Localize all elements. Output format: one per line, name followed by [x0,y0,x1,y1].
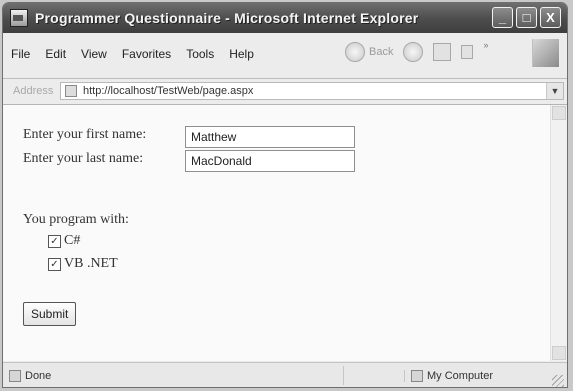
vertical-scrollbar[interactable] [550,105,567,361]
menu-edit[interactable]: Edit [45,47,66,61]
forward-button[interactable] [403,42,424,62]
program-with-label: You program with: [23,212,129,227]
status-text: Done [25,370,52,382]
status-bar: Done My Computer [3,362,567,387]
ie-app-icon [10,9,28,27]
menu-favorites[interactable]: Favorites [122,47,171,61]
maximize-button[interactable]: □ [516,7,537,28]
menu-file[interactable]: File [11,47,30,61]
menu-items: File Edit View Favorites Tools Help [11,47,254,61]
title-bar[interactable]: Programmer Questionnaire - Microsoft Int… [3,3,567,33]
back-button[interactable]: Back [345,42,393,62]
scroll-up-button[interactable] [552,106,566,120]
address-dropdown-icon[interactable]: ▼ [546,83,563,99]
page-icon [65,85,77,97]
menu-bar: File Edit View Favorites Tools Help Back… [3,33,567,79]
menu-help[interactable]: Help [229,47,254,61]
vbnet-label: VB .NET [64,256,118,271]
back-arrow-icon [345,42,365,62]
csharp-label: C# [64,233,81,248]
csharp-checkbox[interactable]: ✓ [48,234,61,248]
last-name-label: Enter your last name: [23,151,144,166]
first-name-field[interactable]: Matthew [185,126,355,148]
window-title: Programmer Questionnaire - Microsoft Int… [35,10,419,26]
status-main: Done [9,370,51,382]
last-name-row: Enter your last name: [23,151,143,167]
computer-icon [411,370,423,382]
minimize-button[interactable]: _ [492,7,513,28]
first-name-label: Enter your first name: [23,127,147,142]
address-url: http://localhost/TestWeb/page.aspx [83,85,254,97]
toolbar-buttons: Back » [345,40,488,62]
zone-text: My Computer [427,370,494,382]
browser-window: Programmer Questionnaire - Microsoft Int… [2,2,568,388]
close-button[interactable]: X [540,7,561,28]
menu-tools[interactable]: Tools [186,47,214,61]
caption-buttons: _ □ X [492,7,561,28]
first-name-row: Enter your first name: [23,127,146,143]
vbnet-checkbox[interactable]: ✓ [48,257,61,271]
stop-button[interactable] [433,43,452,61]
option-vbnet[interactable]: ✓ VB .NET [48,256,118,272]
address-label: Address [13,85,54,97]
windows-logo-icon [532,39,559,67]
menu-view[interactable]: View [81,47,107,61]
address-input[interactable]: http://localhost/TestWeb/page.aspx ▼ [60,82,564,100]
back-label: Back [369,46,394,58]
page-done-icon [9,370,21,382]
scroll-down-button[interactable] [552,346,566,360]
status-divider [343,366,344,385]
submit-button[interactable]: Submit [23,302,77,326]
resize-grip[interactable] [552,375,564,387]
toolbar-chevron-icon[interactable]: » [483,40,488,50]
option-csharp[interactable]: ✓ C# [48,233,80,249]
address-bar: Address http://localhost/TestWeb/page.as… [3,79,567,105]
page-content: Enter your first name: Matthew Enter you… [3,105,567,361]
last-name-field[interactable]: MacDonald [185,150,355,172]
status-zone: My Computer [404,370,493,382]
refresh-button[interactable] [461,45,474,59]
